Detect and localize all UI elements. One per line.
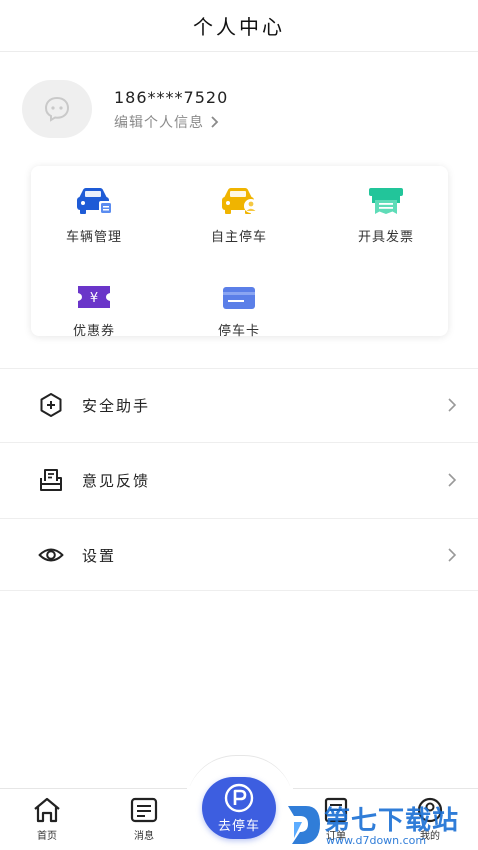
coupon-icon: ¥	[78, 286, 110, 308]
watermark-logo-icon	[288, 806, 320, 844]
func-label: 优惠券	[72, 324, 115, 339]
edit-profile-label: 编辑个人信息	[114, 115, 204, 131]
func-parking-card[interactable]: 停车卡	[184, 278, 294, 348]
menu-label: 安全助手	[82, 396, 151, 415]
func-vehicle-management[interactable]: 车辆管理	[39, 184, 149, 254]
menu-label: 意见反馈	[82, 471, 151, 490]
go-parking-label: 去停车	[217, 818, 260, 834]
func-label: 开具发票	[357, 230, 414, 245]
watermark-url: www.d7down.com	[326, 834, 427, 847]
chevron-right-icon	[448, 398, 457, 412]
avatar[interactable]	[22, 80, 92, 138]
car-manage-icon	[77, 188, 113, 215]
func-coupon[interactable]: ¥ 优惠券	[39, 278, 149, 348]
menu-item-safety-assistant[interactable]: 安全助手	[0, 368, 478, 442]
parking-card-icon	[223, 287, 255, 309]
message-icon	[130, 797, 158, 823]
func-invoice[interactable]: 开具发票	[331, 184, 441, 254]
eye-settings-icon	[38, 548, 64, 562]
menu-item-settings[interactable]: 设置	[0, 518, 478, 592]
page-header: 个人中心	[0, 0, 478, 52]
function-grid: 车辆管理 自主停车 开具发票 ¥ 优惠券 停车卡	[31, 166, 448, 339]
home-icon	[34, 797, 60, 823]
chevron-right-icon	[211, 116, 219, 128]
menu-item-feedback[interactable]: 意见反馈	[0, 443, 478, 517]
user-phone: 186****7520	[114, 88, 229, 107]
watermark: 第七下载站 www.d7down.com	[284, 800, 478, 850]
self-parking-icon	[222, 188, 258, 214]
func-label: 自主停车	[210, 230, 267, 245]
divider	[0, 590, 478, 591]
feedback-icon	[40, 469, 62, 491]
func-self-parking[interactable]: 自主停车	[184, 184, 294, 254]
watermark-text: 第七下载站	[324, 806, 460, 836]
svg-text:¥: ¥	[90, 291, 98, 306]
func-label: 停车卡	[217, 324, 260, 339]
avatar-placeholder-icon	[44, 96, 70, 122]
chevron-right-icon	[448, 473, 457, 487]
profile-section: 186****7520 编辑个人信息	[0, 52, 478, 162]
tab-label: 首页	[37, 831, 57, 842]
edit-profile-link[interactable]: 编辑个人信息	[114, 112, 219, 132]
page-title: 个人中心	[193, 15, 285, 39]
go-parking-button[interactable]: 去停车	[202, 777, 276, 839]
tab-messages[interactable]: 消息	[114, 797, 174, 847]
tab-home[interactable]: 首页	[17, 797, 77, 847]
func-label: 车辆管理	[65, 230, 122, 245]
invoice-icon	[369, 188, 403, 214]
shield-plus-icon	[40, 393, 62, 417]
tab-label: 消息	[134, 831, 154, 842]
menu-label: 设置	[82, 546, 117, 565]
parking-p-icon	[224, 783, 254, 812]
chevron-right-icon	[448, 548, 457, 562]
